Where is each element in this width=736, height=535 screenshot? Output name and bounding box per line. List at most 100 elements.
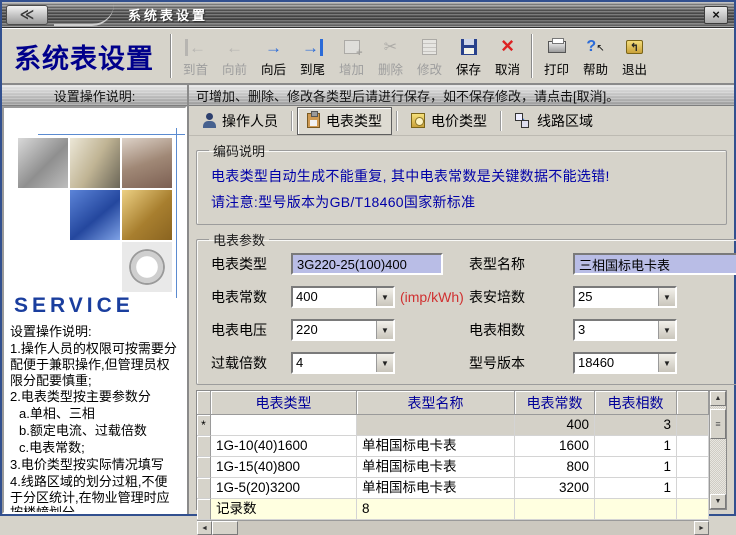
cell-filler xyxy=(677,436,709,457)
instruction-line: a.单相、三相 xyxy=(19,406,95,422)
info-bar: 可增加、删除、修改各类型后请进行保存，如不保存修改，请点击[取消]。 xyxy=(189,85,734,106)
tab-price-type-label: 电价类型 xyxy=(431,112,487,129)
app-logo-icon xyxy=(6,4,48,25)
phase-combobox[interactable]: 3 xyxy=(573,319,677,341)
row-marker xyxy=(197,499,211,520)
cell-phase[interactable]: 1 xyxy=(595,436,677,457)
model-name-label: 表型名称 xyxy=(469,256,525,272)
cell-constant[interactable]: 400 xyxy=(515,415,595,436)
chevron-down-icon[interactable] xyxy=(658,321,675,339)
photo-tile-gold xyxy=(121,190,172,240)
meter-type-table: 电表类型 表型名称 电表常数 电表相数 * 400 3 1G-10(40)160… xyxy=(196,390,727,535)
photo-tile-blank xyxy=(70,242,120,292)
tab-line-region[interactable]: + 线路区域 xyxy=(506,108,602,134)
table-row[interactable]: * 400 3 xyxy=(197,415,709,436)
scroll-up-icon[interactable] xyxy=(710,391,726,406)
ampere-combobox[interactable]: 25 xyxy=(573,286,677,308)
meter-constant-label: 电表常数 xyxy=(211,289,267,305)
vertical-scroll-thumb[interactable] xyxy=(710,409,726,439)
cell-constant[interactable]: 1600 xyxy=(515,436,595,457)
price-book-icon xyxy=(411,113,425,128)
close-button[interactable]: × xyxy=(704,5,728,24)
meter-constant-combobox[interactable]: 400 xyxy=(291,286,395,308)
table-row[interactable]: 1G-15(40)800 单相国标电卡表 800 1 xyxy=(197,457,709,478)
photo-tile-pen xyxy=(69,138,120,188)
app-window: 系统表设置 × 系统表设置 到首 向前 向后 到尾 增加 删除 xyxy=(0,0,736,535)
instruction-line: c.电表常数; xyxy=(19,440,85,456)
crosshair-line xyxy=(38,134,185,135)
cell-filler xyxy=(515,499,595,520)
person-icon xyxy=(203,113,216,128)
save-label: 保存 xyxy=(455,63,481,77)
table-row[interactable]: 1G-10(40)1600 单相国标电卡表 1600 1 xyxy=(197,436,709,457)
cell-model-name[interactable]: 单相国标电卡表 xyxy=(357,436,515,457)
cell-filler xyxy=(595,499,677,520)
voltage-combobox[interactable]: 220 xyxy=(291,319,395,341)
chevron-down-icon[interactable] xyxy=(658,288,675,306)
next-record-button[interactable]: 向后 xyxy=(254,34,293,78)
instruction-line: b.额定电流、过载倍数 xyxy=(19,423,147,439)
model-version-combobox[interactable]: 18460 xyxy=(573,352,677,374)
column-header-filler xyxy=(677,391,709,415)
scissors-icon xyxy=(384,37,397,57)
cell-model-name[interactable] xyxy=(357,415,515,436)
cell-model-name[interactable]: 单相国标电卡表 xyxy=(357,457,515,478)
floppy-disk-icon xyxy=(460,39,477,55)
meter-type-input[interactable] xyxy=(291,253,443,275)
instruction-line: 4.线路区域的划分过粗,不便于分区统计,在物业管理时应按楼幢划分. xyxy=(10,473,170,514)
last-record-button[interactable]: 到尾 xyxy=(293,34,332,78)
tab-price-type[interactable]: 电价类型 xyxy=(402,108,496,134)
chevron-down-icon[interactable] xyxy=(376,321,393,339)
overload-combobox[interactable]: 4 xyxy=(291,352,395,374)
chevron-down-icon[interactable] xyxy=(376,354,393,372)
print-button[interactable]: 打印 xyxy=(537,34,576,78)
horizontal-scrollbar[interactable] xyxy=(197,520,709,535)
table-row[interactable]: 1G-5(20)3200 单相国标电卡表 3200 1 xyxy=(197,478,709,499)
save-button[interactable]: 保存 xyxy=(449,34,488,78)
cell-meter-type[interactable]: 1G-5(20)3200 xyxy=(211,478,357,499)
cell-phase[interactable]: 3 xyxy=(595,415,677,436)
photo-tile-tools xyxy=(121,138,172,188)
first-record-icon xyxy=(185,38,206,56)
column-header-meter-type[interactable]: 电表类型 xyxy=(211,391,357,415)
scroll-track[interactable] xyxy=(238,521,694,535)
previous-record-icon xyxy=(226,39,243,56)
cell-filler xyxy=(677,415,709,436)
cell-constant[interactable]: 3200 xyxy=(515,478,595,499)
table-header-row: 电表类型 表型名称 电表常数 电表相数 xyxy=(197,391,709,415)
first-record-label: 到首 xyxy=(182,63,208,77)
first-record-button: 到首 xyxy=(176,34,215,78)
tab-operators[interactable]: 操作人员 xyxy=(194,108,287,134)
horizontal-scroll-thumb[interactable] xyxy=(212,521,238,535)
modify-button: 修改 xyxy=(410,34,449,78)
model-name-input[interactable] xyxy=(573,253,736,275)
red-x-icon xyxy=(501,38,514,56)
cell-meter-type[interactable]: 1G-10(40)1600 xyxy=(211,436,357,457)
chevron-down-icon[interactable] xyxy=(376,288,393,306)
scroll-right-icon[interactable] xyxy=(694,521,709,535)
scroll-track[interactable] xyxy=(710,439,726,494)
edit-pad-icon xyxy=(422,39,437,55)
tab-separator xyxy=(291,110,293,131)
help-label: 帮助 xyxy=(582,63,608,77)
tab-meter-type[interactable]: 电表类型 xyxy=(297,106,392,135)
cell-model-name[interactable]: 单相国标电卡表 xyxy=(357,478,515,499)
chevron-down-icon[interactable] xyxy=(658,354,675,372)
cell-meter-type[interactable]: 1G-15(40)800 xyxy=(211,457,357,478)
exit-button[interactable]: 退出 xyxy=(615,34,654,78)
cell-filler xyxy=(677,478,709,499)
column-header-constant[interactable]: 电表常数 xyxy=(515,391,595,415)
column-header-phase[interactable]: 电表相数 xyxy=(595,391,677,415)
cell-constant[interactable]: 800 xyxy=(515,457,595,478)
cell-phase[interactable]: 1 xyxy=(595,457,677,478)
scroll-down-icon[interactable] xyxy=(710,494,726,509)
cancel-button[interactable]: 取消 xyxy=(488,34,527,78)
toolbar-separator xyxy=(531,34,533,78)
cell-meter-type[interactable] xyxy=(211,415,357,436)
scroll-left-icon[interactable] xyxy=(197,521,212,535)
help-button[interactable]: 帮助 xyxy=(576,34,615,78)
cell-phase[interactable]: 1 xyxy=(595,478,677,499)
meter-params-title: 电表参数 xyxy=(213,233,266,248)
column-header-model-name[interactable]: 表型名称 xyxy=(357,391,515,415)
vertical-scrollbar[interactable] xyxy=(709,391,726,509)
